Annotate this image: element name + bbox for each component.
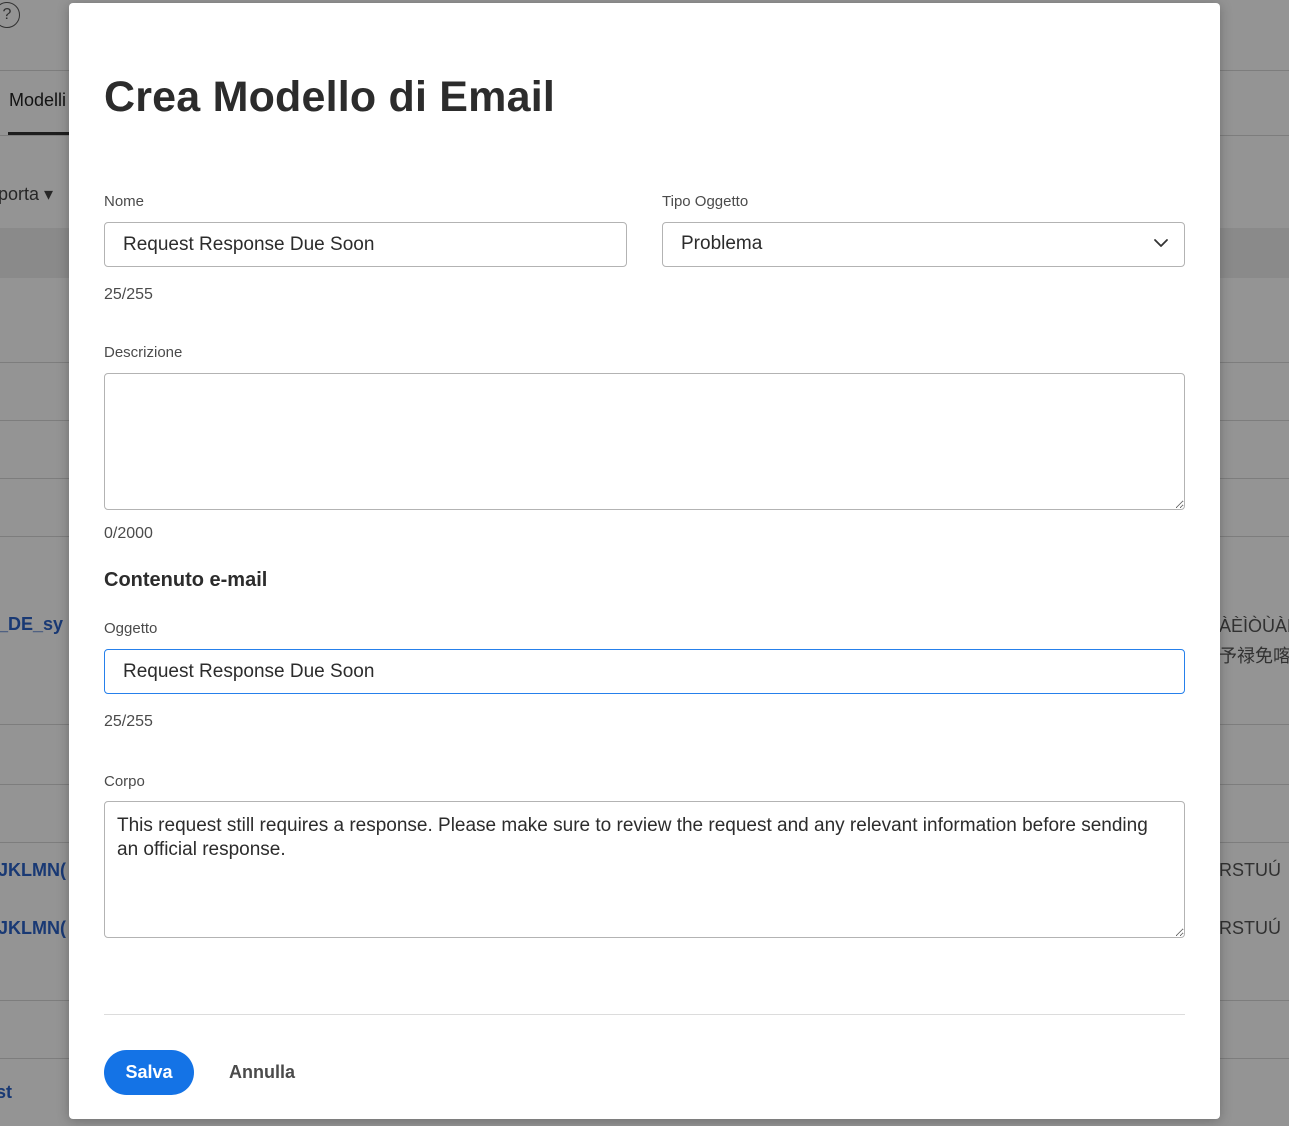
save-button[interactable]: Salva bbox=[104, 1050, 194, 1095]
name-char-counter: 25/255 bbox=[104, 286, 153, 303]
name-input[interactable] bbox=[104, 222, 627, 267]
body-label: Corpo bbox=[104, 773, 145, 790]
description-label: Descrizione bbox=[104, 344, 183, 361]
description-char-counter: 0/2000 bbox=[104, 525, 153, 542]
footer-divider bbox=[104, 1014, 1185, 1015]
email-content-heading: Contenuto e-mail bbox=[104, 569, 268, 591]
object-type-label: Tipo Oggetto bbox=[662, 193, 749, 210]
description-textarea[interactable] bbox=[104, 373, 1185, 510]
cancel-button[interactable]: Annulla bbox=[219, 1050, 305, 1095]
subject-label: Oggetto bbox=[104, 620, 158, 637]
name-label: Nome bbox=[104, 193, 145, 210]
object-type-select[interactable]: Problema bbox=[662, 222, 1185, 267]
create-email-template-dialog: Crea Modello di Email Nome 25/255 Tipo O… bbox=[69, 3, 1220, 1119]
dialog-title: Crea Modello di Email bbox=[104, 73, 556, 121]
subject-input[interactable] bbox=[104, 649, 1185, 694]
chevron-down-icon bbox=[1154, 239, 1168, 247]
subject-char-counter: 25/255 bbox=[104, 713, 153, 730]
object-type-selected-value: Problema bbox=[681, 233, 763, 254]
body-textarea[interactable] bbox=[104, 801, 1185, 938]
